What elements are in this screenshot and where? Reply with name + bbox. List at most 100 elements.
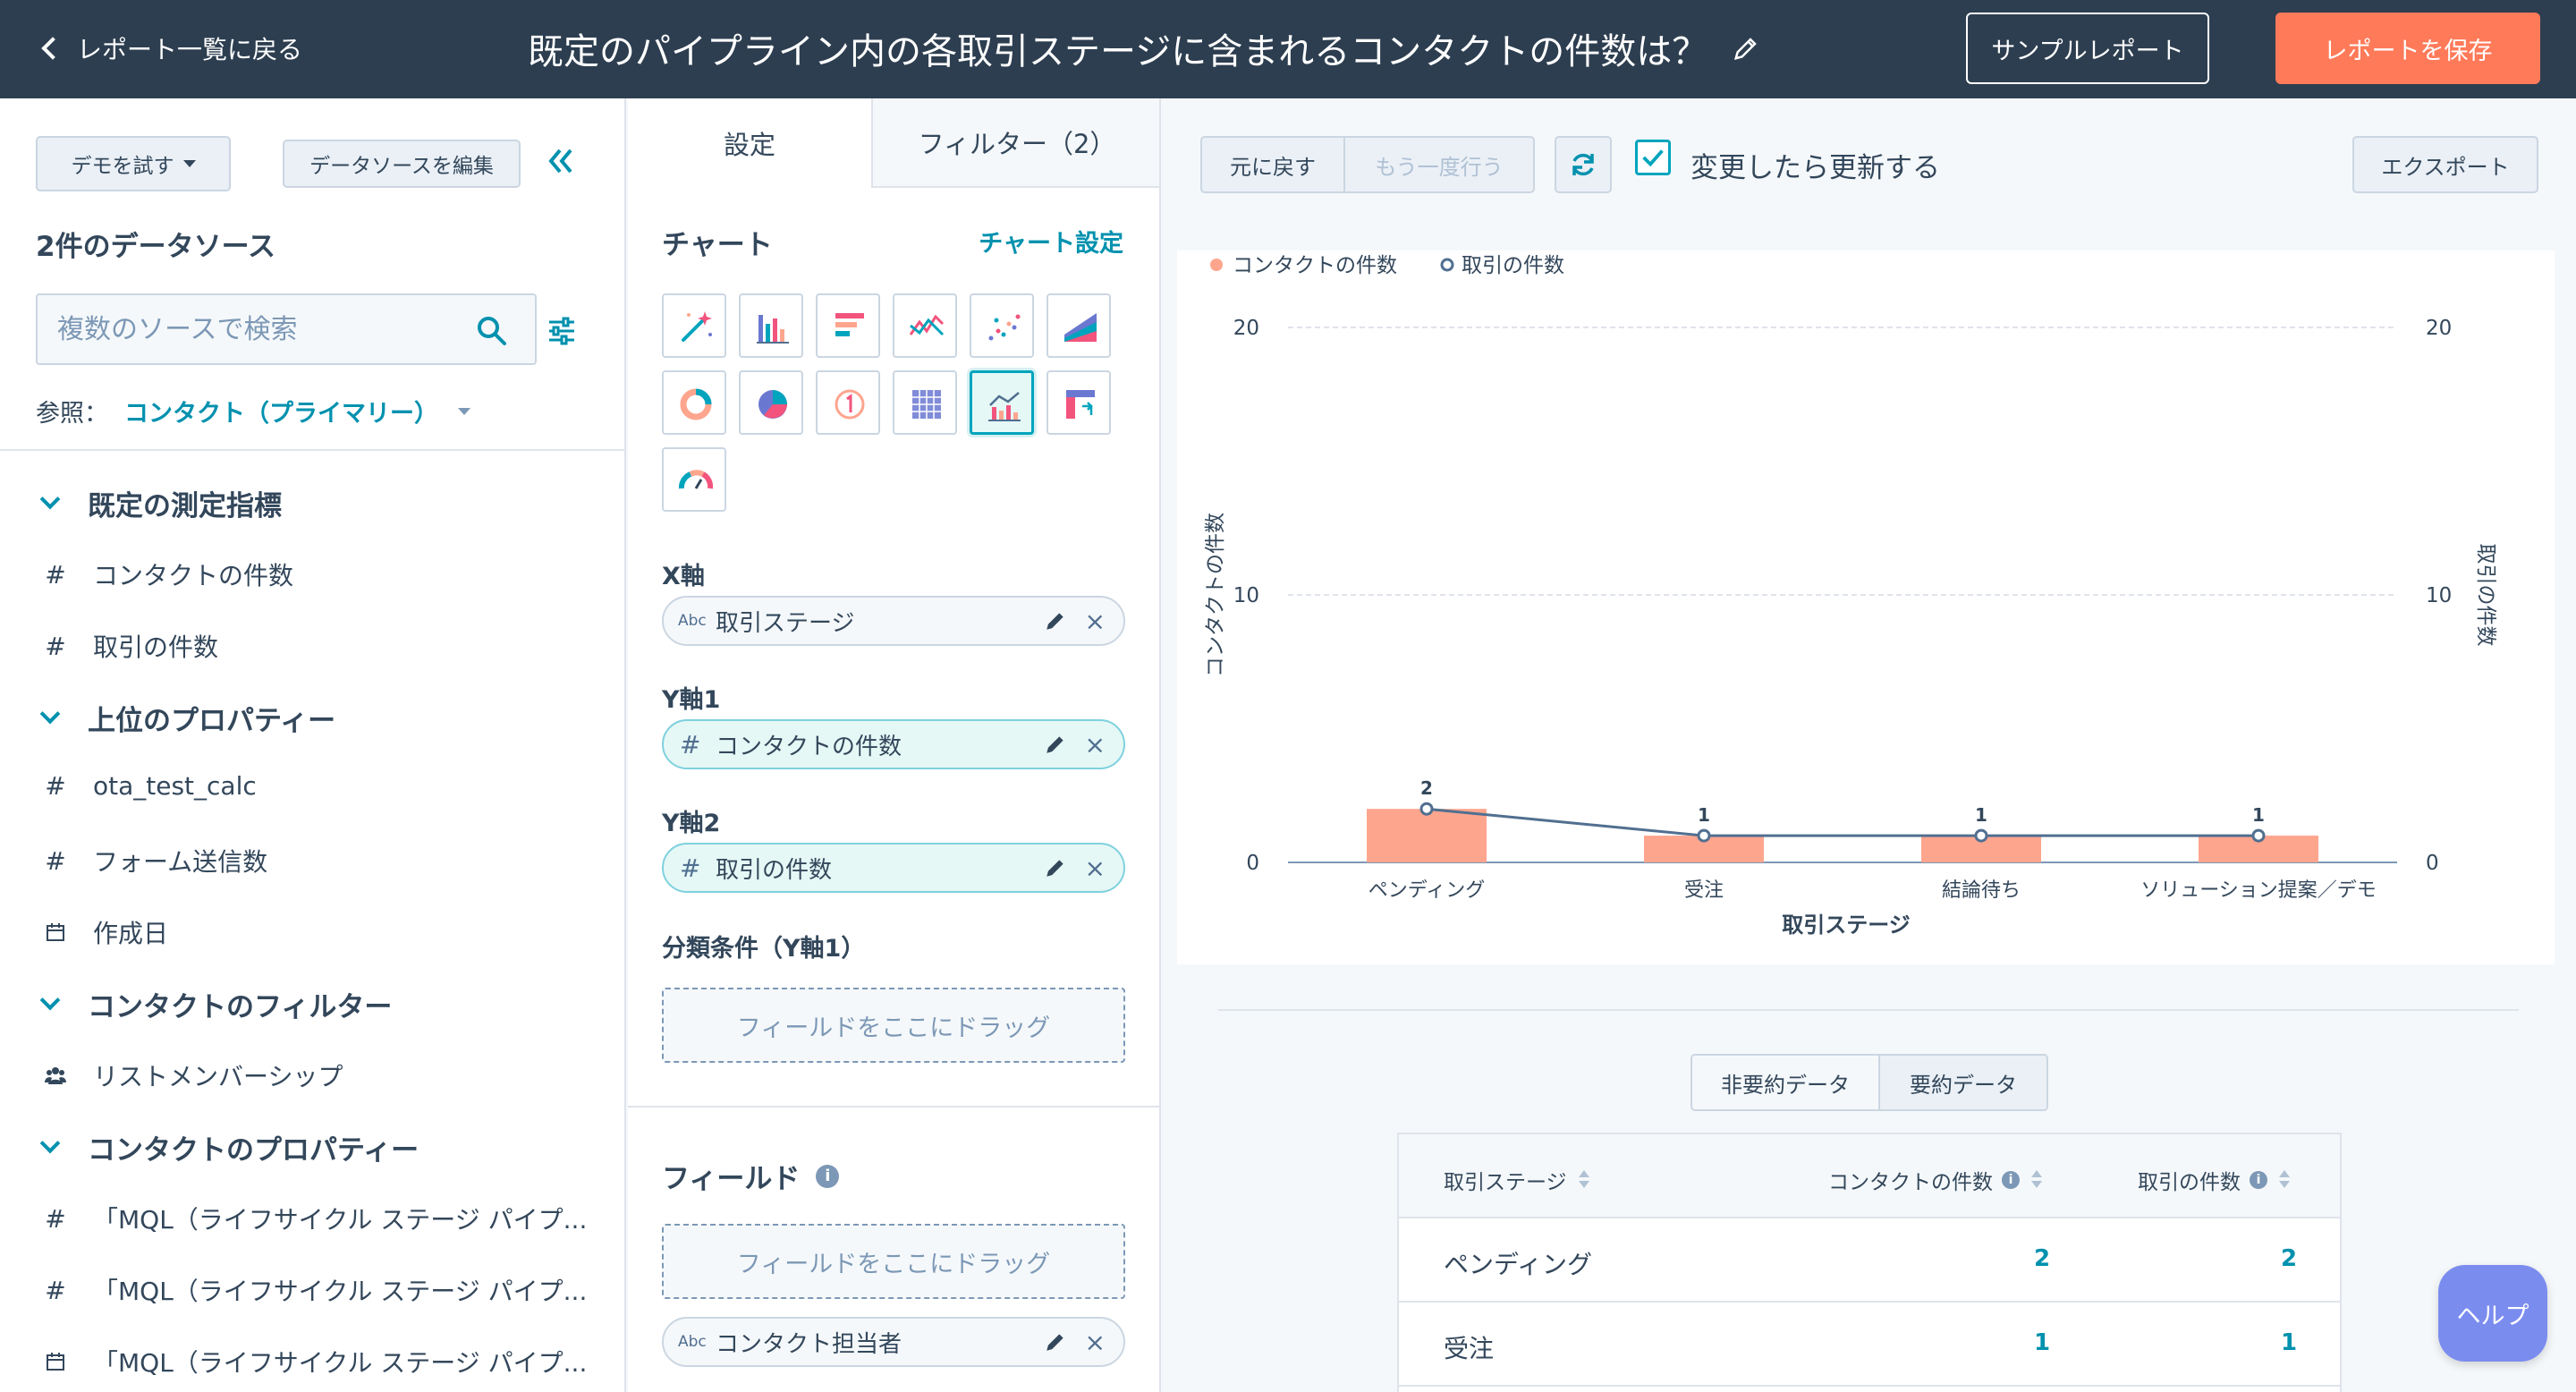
item-label: 「MQL（ライフサイクル ステージ パイプ... xyxy=(93,1205,588,1235)
list-item[interactable]: # コンタクトの件数 xyxy=(43,556,293,592)
section-top-properties[interactable]: 上位のプロパティー xyxy=(39,698,336,738)
list-item[interactable]: # ota_test_calc xyxy=(43,771,257,801)
list-item[interactable]: 作成日 xyxy=(43,914,168,950)
edit-title-pencil-icon[interactable] xyxy=(1733,35,1759,62)
chevron-down-icon xyxy=(39,703,61,724)
chart-type-gauge[interactable] xyxy=(662,447,726,512)
column-header-deals[interactable]: 取引の件数 i xyxy=(2138,1165,2291,1195)
pencil-icon[interactable] xyxy=(1044,609,1067,632)
pencil-icon[interactable] xyxy=(1044,856,1067,879)
chart-type-column[interactable] xyxy=(739,293,803,358)
column-header-stage[interactable]: 取引ステージ xyxy=(1444,1165,1590,1195)
tab-settings[interactable]: 設定 xyxy=(628,98,871,188)
chart-type-bar[interactable] xyxy=(816,293,880,358)
contacts-count-link[interactable]: 2 xyxy=(2034,1245,2050,1272)
item-label: 取引の件数 xyxy=(93,632,219,662)
pencil-icon[interactable] xyxy=(1044,1330,1067,1354)
auto-update-checkbox[interactable] xyxy=(1635,140,1671,175)
caret-down-icon xyxy=(182,160,196,167)
chart-type-scatter[interactable] xyxy=(970,293,1034,358)
redo-button[interactable]: もう一度行う xyxy=(1345,138,1533,191)
list-item[interactable]: # 取引の件数 xyxy=(43,628,218,664)
collapse-panel-icon[interactable] xyxy=(542,143,578,179)
section-default-metrics[interactable]: 既定の測定指標 xyxy=(39,483,282,523)
fields-drop-zone[interactable]: フィールドをここにドラッグ xyxy=(662,1224,1125,1299)
checkmark-icon xyxy=(1642,149,1664,167)
gauge-chart-icon xyxy=(678,470,714,489)
section-contact-properties[interactable]: コンタクトのプロパティー xyxy=(39,1127,419,1167)
remove-x-icon[interactable]: × xyxy=(1085,853,1106,883)
edit-data-sources-button[interactable]: データソースを編集 xyxy=(283,140,521,188)
reference-selector[interactable]: 参照： コンタクト（プライマリー） xyxy=(36,394,470,429)
x-tick-label: 結論待ち xyxy=(1942,879,2021,902)
y1-axis-field-pill[interactable]: # コンタクトの件数 × xyxy=(662,719,1125,769)
chart-type-table[interactable] xyxy=(893,370,957,435)
info-icon[interactable]: i xyxy=(2250,1171,2267,1189)
y2-axis-field-label: 取引の件数 xyxy=(716,856,833,884)
chart-type-area[interactable] xyxy=(1046,293,1111,358)
chart-heading: チャート xyxy=(662,229,773,261)
list-item[interactable]: # 「MQL（ライフサイクル ステージ パイプ... xyxy=(43,1272,587,1308)
export-button[interactable]: エクスポート xyxy=(2352,136,2538,193)
calendar-icon xyxy=(47,923,64,941)
hash-icon: # xyxy=(680,853,701,883)
area-chart-icon xyxy=(1064,313,1097,342)
field-pill[interactable]: Abc コンタクト担当者 × xyxy=(662,1317,1125,1367)
divider xyxy=(0,449,624,451)
source-search-input[interactable] xyxy=(38,295,449,363)
remove-x-icon[interactable]: × xyxy=(1085,607,1106,636)
search-icon[interactable] xyxy=(476,315,508,347)
save-report-button[interactable]: レポートを保存 xyxy=(2275,13,2540,84)
summarized-data-toggle[interactable]: 要約データ xyxy=(1880,1056,2046,1109)
chart-type-pivot[interactable] xyxy=(1046,370,1111,435)
unsummarized-data-toggle[interactable]: 非要約データ xyxy=(1692,1056,1880,1109)
hash-icon: # xyxy=(45,631,66,661)
y2-axis-label: Y軸2 xyxy=(662,810,721,837)
list-item[interactable]: 「MQL（ライフサイクル ステージ パイプ... xyxy=(43,1344,587,1379)
deals-count-link[interactable]: 2 xyxy=(2281,1245,2297,1272)
y2-tick-label: 10 xyxy=(2426,584,2452,607)
donut-chart-icon xyxy=(680,388,712,420)
y2-axis-field-pill[interactable]: # 取引の件数 × xyxy=(662,843,1125,893)
x-axis-field-pill[interactable]: Abc 取引ステージ × xyxy=(662,596,1125,646)
pie-chart-icon xyxy=(758,390,787,419)
data-label: 1 xyxy=(1975,804,1987,826)
chart-type-line[interactable] xyxy=(893,293,957,358)
filter-settings-icon[interactable] xyxy=(547,317,576,345)
chart-type-donut[interactable] xyxy=(662,370,726,435)
data-sources-panel: デモを試す データソースを編集 2件のデータソース 参照： コンタクト（プライマ… xyxy=(0,98,626,1392)
info-icon[interactable]: i xyxy=(2002,1171,2020,1189)
chart-type-auto[interactable] xyxy=(662,293,726,358)
refresh-button[interactable] xyxy=(1555,136,1612,193)
chart-type-summary[interactable] xyxy=(816,370,880,435)
breakdown-drop-zone[interactable]: フィールドをここにドラッグ xyxy=(662,988,1125,1063)
list-item[interactable]: # 「MQL（ライフサイクル ステージ パイプ... xyxy=(43,1201,587,1236)
chart-type-combination[interactable] xyxy=(970,370,1034,435)
list-item[interactable]: リストメンバーシップ xyxy=(43,1057,343,1093)
column-header-contacts[interactable]: コンタクトの件数 i xyxy=(1828,1165,2043,1195)
people-icon xyxy=(45,1067,66,1084)
sample-report-button[interactable]: サンプルレポート xyxy=(1966,13,2209,84)
chart-type-pie[interactable] xyxy=(739,370,803,435)
remove-x-icon[interactable]: × xyxy=(1085,1328,1106,1357)
info-icon[interactable]: i xyxy=(816,1164,840,1188)
pencil-icon[interactable] xyxy=(1044,733,1067,756)
remove-x-icon[interactable]: × xyxy=(1085,730,1106,760)
chart-settings-link[interactable]: チャート設定 xyxy=(979,224,1123,259)
undo-button[interactable]: 元に戻す xyxy=(1202,138,1345,191)
section-title: 上位のプロパティー xyxy=(88,705,336,737)
item-label: ota_test_calc xyxy=(93,771,257,801)
try-demo-dropdown[interactable]: デモを試す xyxy=(36,136,231,191)
help-button[interactable]: ヘルプ xyxy=(2438,1265,2547,1362)
legend-marker-bar xyxy=(1210,259,1223,271)
back-to-reports-link[interactable]: レポート一覧に戻る xyxy=(39,29,302,68)
table-header: 取引ステージ コンタクトの件数 i 取引の件数 i xyxy=(1399,1134,2340,1218)
section-contact-filters[interactable]: コンタクトのフィルター xyxy=(39,984,392,1024)
text-type-prefix: Abc xyxy=(678,612,707,630)
contacts-count-link[interactable]: 1 xyxy=(2034,1329,2050,1356)
tab-filters[interactable]: フィルター（2） xyxy=(871,98,1159,188)
item-label: 「MQL（ライフサイクル ステージ パイプ... xyxy=(93,1348,588,1378)
deals-count-link[interactable]: 1 xyxy=(2281,1329,2297,1356)
list-item[interactable]: # フォーム送信数 xyxy=(43,843,267,878)
summary-number-icon xyxy=(835,389,865,420)
